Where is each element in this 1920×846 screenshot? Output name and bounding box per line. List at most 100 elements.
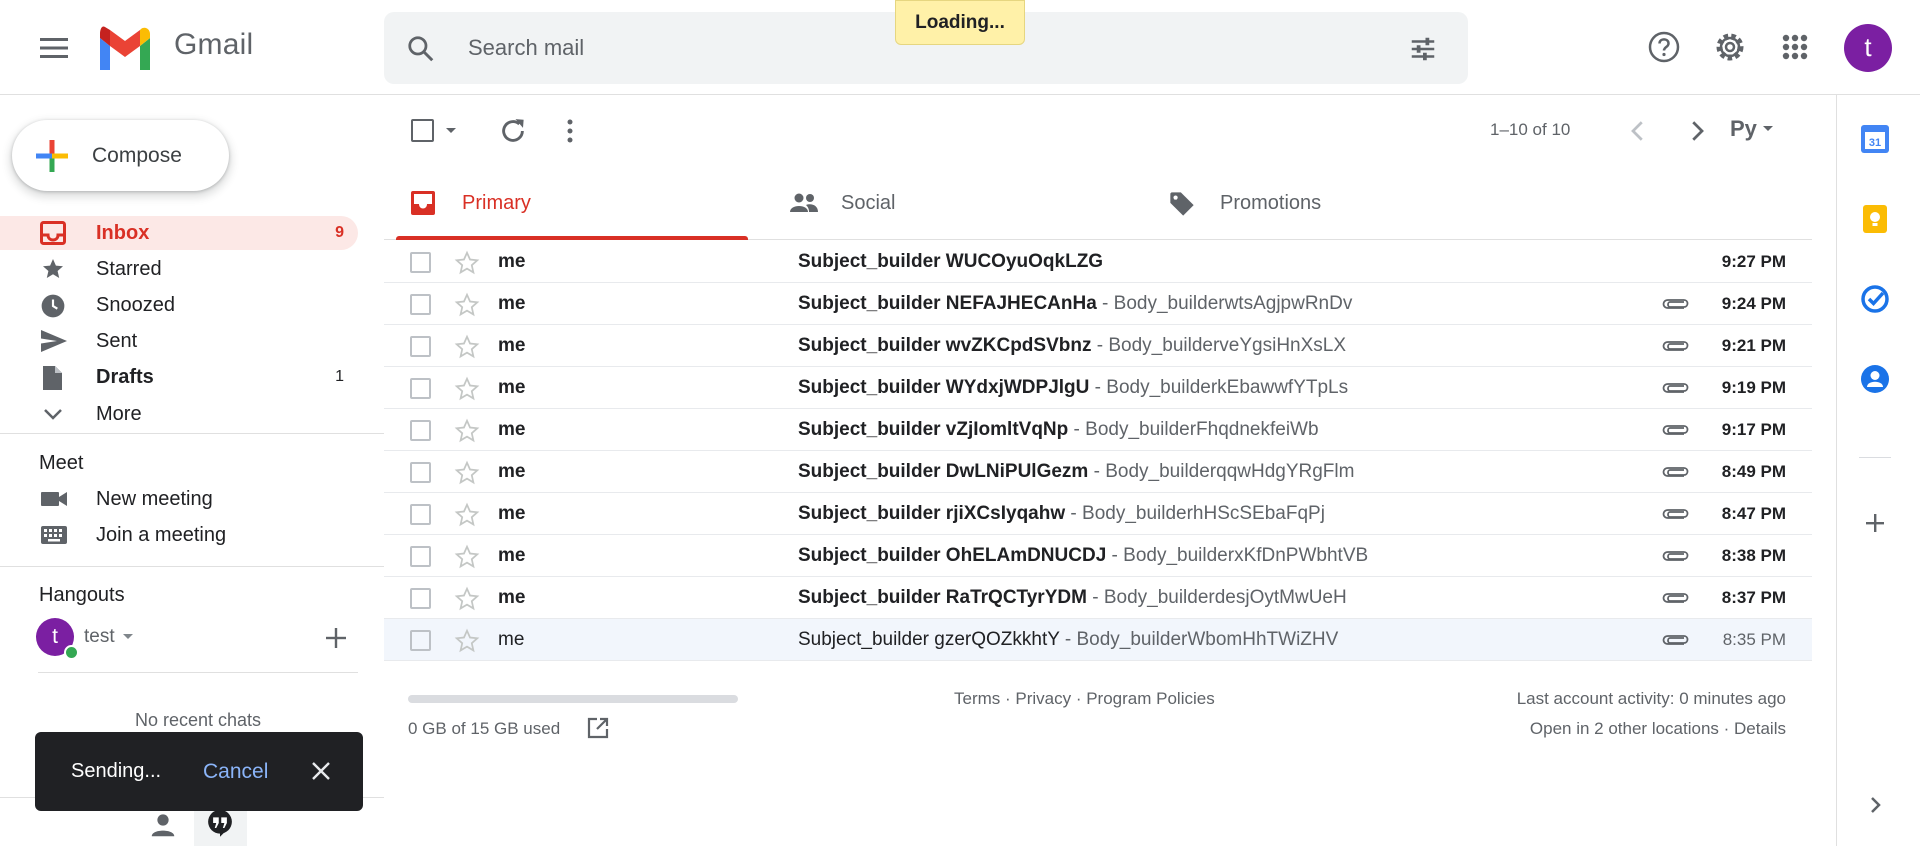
star-icon[interactable] (454, 460, 480, 486)
unread-count: 9 (335, 224, 344, 241)
row-checkbox[interactable] (410, 336, 431, 357)
keep-notes-icon[interactable] (1859, 203, 1891, 235)
newer-chevron-left-icon[interactable] (1623, 116, 1653, 146)
row-checkbox[interactable] (410, 420, 431, 441)
email-sender: me (498, 629, 525, 650)
star-icon (40, 257, 66, 281)
email-snippet: Body_builderwtsAgjpwRnDv (1113, 293, 1353, 314)
email-subject: Subject_builder wvZKCpdSVbnz (798, 335, 1092, 356)
star-icon[interactable] (454, 628, 480, 654)
get-addons-plus-icon[interactable] (1859, 507, 1891, 539)
star-icon[interactable] (454, 502, 480, 528)
loading-indicator: Loading... (895, 0, 1025, 45)
video-camera-icon (40, 487, 68, 511)
tag-icon (1168, 190, 1196, 218)
row-checkbox[interactable] (410, 378, 431, 399)
tab-social[interactable]: Social (763, 166, 1141, 240)
storage-usage-bar (408, 695, 738, 703)
table-row[interactable]: me Subject_builder DwLNiPUlGezm - Body_bu… (384, 451, 1812, 493)
sidebar-item-drafts[interactable]: Drafts 1 (0, 360, 358, 394)
row-checkbox[interactable] (410, 504, 431, 525)
email-sender: me (498, 545, 526, 566)
account-avatar[interactable]: t (1844, 24, 1892, 72)
settings-gear-icon[interactable] (1708, 25, 1752, 69)
tab-promotions[interactable]: Promotions (1142, 166, 1520, 240)
table-row[interactable]: me Subject_builder wvZKCpdSVbnz - Body_bu… (384, 325, 1812, 367)
email-subject-line: Subject_builder gzerQOZkkhtY - Body_buil… (798, 629, 1338, 651)
email-subject-line: Subject_builder wvZKCpdSVbnz - Body_buil… (798, 335, 1346, 357)
cancel-send-button[interactable]: Cancel (203, 760, 268, 784)
contacts-icon[interactable] (1859, 363, 1891, 395)
email-time: 8:49 PM (1721, 462, 1786, 481)
show-side-panel-chevron-icon[interactable] (1859, 789, 1891, 821)
star-icon[interactable] (454, 334, 480, 360)
email-sender: me (498, 251, 526, 272)
star-icon[interactable] (454, 292, 480, 318)
star-icon[interactable] (454, 544, 480, 570)
table-row[interactable]: me Subject_builder RaTrQCTyrYDM - Body_bu… (384, 577, 1812, 619)
email-time: 8:35 PM (1722, 630, 1786, 649)
select-dropdown-icon[interactable] (444, 126, 458, 136)
older-chevron-right-icon[interactable] (1682, 116, 1712, 146)
row-checkbox[interactable] (410, 462, 431, 483)
hangouts-user[interactable]: test (84, 626, 137, 648)
close-icon[interactable] (309, 759, 333, 783)
more-options-icon[interactable] (564, 116, 576, 146)
email-time: 8:47 PM (1721, 504, 1786, 523)
table-row[interactable]: me Subject_builder WUCOyuOqkLZG 9:27 PM (384, 241, 1812, 283)
account-activity-details-link[interactable]: Open in 2 other locations · Details (1530, 719, 1786, 739)
sidebar-item-label: Drafts (96, 366, 154, 388)
sidebar-item-snoozed[interactable]: Snoozed (0, 288, 358, 322)
row-checkbox[interactable] (410, 630, 431, 651)
search-icon[interactable] (406, 34, 436, 64)
tasks-icon[interactable] (1859, 283, 1891, 315)
table-row[interactable]: me Subject_builder gzerQOZkkhtY - Body_bu… (384, 619, 1812, 661)
table-row[interactable]: me Subject_builder WYdxjWDPJlgU - Body_bu… (384, 367, 1812, 409)
new-meeting-item[interactable]: New meeting (0, 482, 358, 516)
row-checkbox[interactable] (410, 252, 431, 273)
calendar-icon[interactable]: 31 (1859, 123, 1891, 155)
star-icon[interactable] (454, 418, 480, 444)
star-icon[interactable] (454, 250, 480, 276)
input-tools-button[interactable]: Ру (1730, 116, 1775, 142)
table-row[interactable]: me Subject_builder NEFAJHECAnHa - Body_bu… (384, 283, 1812, 325)
email-time: 9:19 PM (1721, 378, 1786, 397)
email-time: 8:37 PM (1721, 588, 1786, 607)
join-meeting-item[interactable]: Join a meeting (0, 518, 358, 552)
email-snippet-separator: - (1065, 503, 1083, 524)
email-subject-line: Subject_builder WUCOyuOqkLZG (798, 251, 1103, 273)
star-icon[interactable] (454, 586, 480, 612)
google-apps-icon[interactable] (1773, 25, 1817, 69)
sidebar-item-sent[interactable]: Sent (0, 324, 358, 358)
gmail-logo-icon[interactable] (96, 26, 158, 72)
email-snippet-separator: - (1068, 419, 1086, 440)
select-all-checkbox[interactable] (411, 119, 434, 142)
star-icon[interactable] (454, 376, 480, 402)
email-subject: Subject_builder rjiXCsIyqahw (798, 503, 1066, 524)
online-status-icon (64, 645, 79, 660)
table-row[interactable]: me Subject_builder vZjIomltVqNp - Body_bu… (384, 409, 1812, 451)
row-checkbox[interactable] (410, 546, 431, 567)
refresh-icon[interactable] (498, 116, 528, 146)
compose-button[interactable]: Compose (12, 120, 229, 191)
new-chat-plus-icon[interactable] (322, 624, 350, 652)
email-subject-line: Subject_builder WYdxjWDPJlgU - Body_buil… (798, 377, 1348, 399)
sidebar-item-starred[interactable]: Starred (0, 252, 358, 286)
tab-primary[interactable]: Primary (384, 166, 762, 240)
row-checkbox[interactable] (410, 588, 431, 609)
manage-storage-external-link-icon[interactable] (586, 716, 610, 740)
table-row[interactable]: me Subject_builder rjiXCsIyqahw - Body_bu… (384, 493, 1812, 535)
table-row[interactable]: me Subject_builder OhELAmDNUCDJ - Body_bu… (384, 535, 1812, 577)
sidebar-item-more[interactable]: More (0, 397, 358, 431)
row-checkbox[interactable] (410, 294, 431, 315)
help-icon[interactable] (1642, 25, 1686, 69)
tab-label: Promotions (1220, 192, 1322, 214)
side-panel: 31 (1836, 95, 1920, 846)
contacts-person-icon[interactable] (148, 810, 178, 840)
search-options-icon[interactable] (1408, 34, 1438, 64)
email-sender: me (498, 377, 526, 398)
email-sender: me (498, 335, 526, 356)
main-menu-button[interactable] (30, 28, 78, 68)
sidebar-item-inbox[interactable]: Inbox 9 (0, 216, 358, 250)
footer-links[interactable]: Terms · Privacy · Program Policies (954, 689, 1215, 709)
